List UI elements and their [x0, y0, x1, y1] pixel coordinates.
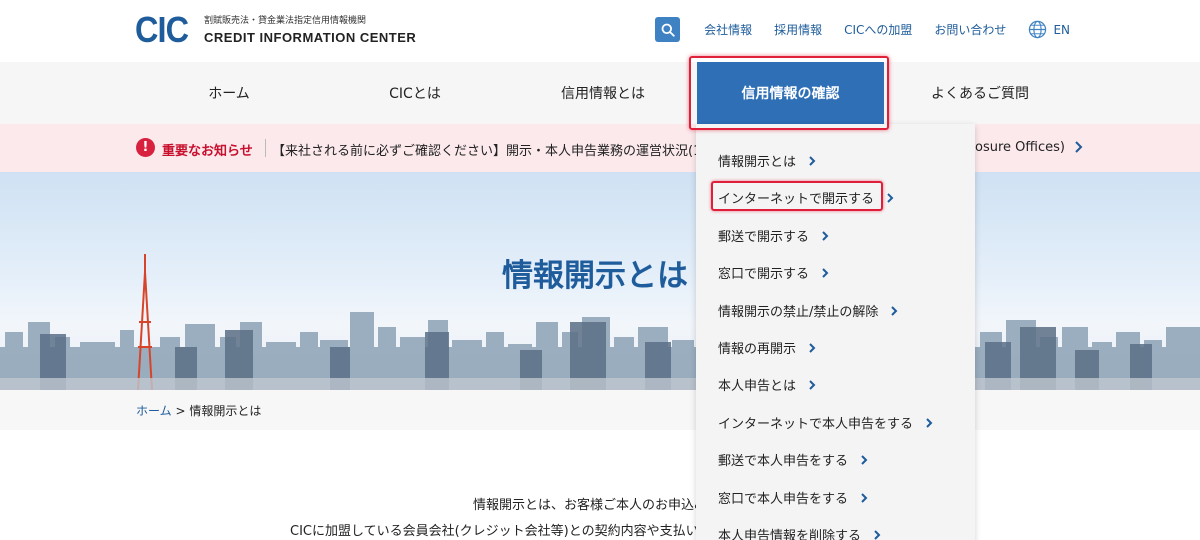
dropdown-item-self-report-about[interactable]: 本人申告とは — [718, 375, 816, 394]
chevron-right-icon — [808, 155, 816, 167]
gnav-credit-info[interactable]: 信用情報とは — [528, 62, 678, 124]
dropdown-item-label: 情報の再開示 — [718, 342, 797, 357]
dropdown-item-self-report-counter[interactable]: 窓口で本人申告をする — [718, 488, 868, 507]
chevron-right-icon — [821, 230, 829, 242]
intro-text-line-1: 情報開示とは、お客様ご本人のお申込み — [473, 498, 708, 513]
breadcrumb-bar: ホーム > 情報開示とは — [0, 390, 1200, 430]
dropdown-item-label: 本人申告とは — [718, 379, 797, 394]
gnav-faq[interactable]: よくあるご質問 — [895, 62, 1065, 124]
search-button[interactable] — [655, 17, 681, 42]
chevron-right-icon — [925, 417, 933, 429]
dropdown-item-label: 窓口で本人申告をする — [718, 492, 849, 507]
language-label: EN — [1053, 22, 1070, 37]
dropdown-item-self-report-delete[interactable]: 本人申告情報を削除する — [718, 525, 881, 540]
notice-divider — [265, 139, 266, 157]
breadcrumb-home[interactable]: ホーム — [136, 404, 172, 418]
dropdown-item-self-report-mail[interactable]: 郵送で本人申告をする — [718, 450, 868, 469]
logo-mark: CIC — [135, 9, 189, 50]
dropdown-item-self-report-internet[interactable]: インターネットで本人申告をする — [718, 413, 933, 432]
site-header: CIC 割賦販売法・貸金業法指定信用情報機関 CREDIT INFORMATIO… — [0, 0, 1200, 62]
gnav-home[interactable]: ホーム — [155, 62, 303, 124]
logo-title: CREDIT INFORMATION CENTER — [204, 29, 417, 45]
util-link-membership[interactable]: CICへの加盟 — [844, 21, 912, 38]
breadcrumb-separator: > — [171, 404, 190, 418]
chevron-right-icon — [808, 379, 816, 391]
dropdown-item-label: 情報開示とは — [718, 155, 797, 170]
breadcrumb-current: 情報開示とは — [189, 404, 262, 418]
chevron-right-icon — [860, 492, 868, 504]
globe-icon — [1029, 20, 1047, 39]
chevron-right-icon[interactable] — [1074, 139, 1084, 155]
breadcrumb: ホーム > 情報開示とは — [136, 402, 261, 419]
intro-text-line-2: CICに加盟している会員会社(クレジット会社等)との契約内容や支払い状 — [290, 524, 712, 539]
chevron-right-icon — [821, 267, 829, 279]
util-link-contact[interactable]: お問い合わせ — [934, 21, 1006, 38]
dropdown-item-disclosure-counter[interactable]: 窓口で開示する — [718, 263, 829, 282]
page-title: 情報開示とは — [502, 258, 688, 294]
dropdown-item-label: 窓口で開示する — [718, 267, 810, 282]
dropdown-item-label: インターネットで本人申告をする — [718, 417, 914, 432]
dropdown-item-label: 郵送で本人申告をする — [718, 454, 849, 469]
chevron-right-icon — [860, 454, 868, 466]
notice-text[interactable]: 【来社される前に必ずご確認ください】開示・本人申告業務の運営状況(1月25 — [272, 140, 697, 159]
dropdown-item-label: 郵送で開示する — [718, 230, 810, 245]
hero-banner: 情報開示とは — [0, 172, 1200, 390]
dropdown-item-redisclosure[interactable]: 情報の再開示 — [718, 338, 816, 357]
chevron-right-icon — [808, 342, 816, 354]
util-link-recruit[interactable]: 採用情報 — [774, 21, 822, 38]
important-notice-bar[interactable]: ! 重要なお知らせ 【来社される前に必ずご確認ください】開示・本人申告業務の運営… — [0, 124, 1200, 172]
dropdown-item-disclosure-prohibition[interactable]: 情報開示の禁止/禁止の解除 — [718, 301, 898, 320]
dropdown-item-label: 本人申告情報を削除する — [718, 529, 862, 540]
alert-icon: ! — [136, 138, 155, 157]
dropdown-item-disclosure-mail[interactable]: 郵送で開示する — [718, 226, 829, 245]
utility-nav: 会社情報 採用情報 CICへの加盟 お問い合わせ EN — [655, 17, 1070, 42]
gnav-about-cic[interactable]: CICとは — [340, 62, 490, 124]
highlight-frame-nav — [689, 56, 889, 130]
highlight-frame-dropdown-item — [711, 181, 883, 211]
search-icon — [661, 23, 675, 37]
util-link-company[interactable]: 会社情報 — [704, 21, 752, 38]
dropdown-item-disclosure-about[interactable]: 情報開示とは — [718, 151, 816, 170]
logo-subtitle: 割賦販売法・貸金業法指定信用情報機関 — [204, 15, 367, 26]
cic-logo[interactable]: CIC 割賦販売法・貸金業法指定信用情報機関 CREDIT INFORMATIO… — [135, 12, 416, 48]
notice-label: 重要なお知らせ — [162, 144, 253, 159]
chevron-right-icon — [890, 305, 898, 317]
chevron-right-icon — [886, 192, 894, 204]
notice-text-tail[interactable]: osure Offices) — [975, 140, 1065, 155]
language-switch[interactable]: EN — [1028, 20, 1070, 39]
logo-text: 割賦販売法・貸金業法指定信用情報機関 CREDIT INFORMATION CE… — [204, 15, 416, 46]
dropdown-item-label: 情報開示の禁止/禁止の解除 — [718, 305, 879, 320]
global-nav: ホーム CICとは 信用情報とは 信用情報の確認 よくあるご質問 — [0, 62, 1200, 124]
chevron-right-icon — [873, 529, 881, 540]
